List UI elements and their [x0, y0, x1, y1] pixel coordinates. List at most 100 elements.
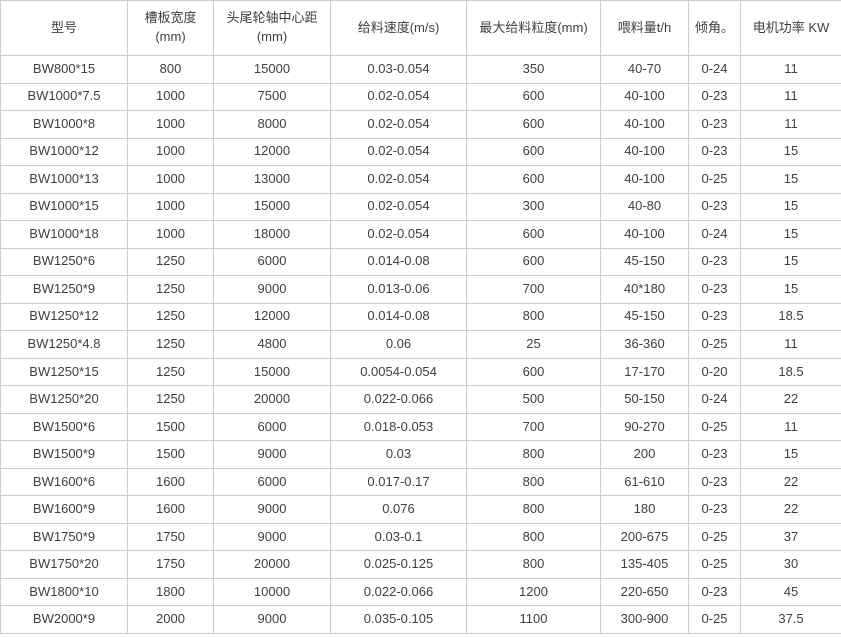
table-cell: 1000 — [128, 166, 214, 194]
table-cell: 1250 — [128, 276, 214, 304]
table-cell: 12000 — [214, 303, 331, 331]
table-cell: 40-70 — [601, 56, 689, 84]
table-cell: 20000 — [214, 551, 331, 579]
column-header-4: 给料速度(m/s) — [331, 1, 467, 56]
table-row: BW1750*9175090000.03-0.1800200-6750-2537 — [1, 523, 841, 551]
table-cell: 0-24 — [689, 221, 741, 249]
table-cell: 600 — [467, 248, 601, 276]
table-cell: 0.02-0.054 — [331, 83, 467, 111]
column-header-3: 头尾轮轴中心距(mm) — [214, 1, 331, 56]
table-cell: BW1250*20 — [1, 386, 128, 414]
table-cell: 600 — [467, 138, 601, 166]
table-cell: 1600 — [128, 496, 214, 524]
table-cell: BW1000*7.5 — [1, 83, 128, 111]
table-cell: 15 — [741, 276, 841, 304]
table-cell: BW800*15 — [1, 56, 128, 84]
table-cell: 1250 — [128, 358, 214, 386]
table-cell: 15000 — [214, 358, 331, 386]
table-cell: 40-80 — [601, 193, 689, 221]
table-row: BW800*15800150000.03-0.05435040-700-2411 — [1, 56, 841, 84]
table-cell: 0-25 — [689, 413, 741, 441]
table-cell: 1750 — [128, 551, 214, 579]
table-cell: 1600 — [128, 468, 214, 496]
table-cell: 18000 — [214, 221, 331, 249]
table-cell: 90-270 — [601, 413, 689, 441]
table-cell: 0-23 — [689, 83, 741, 111]
table-cell: 15 — [741, 221, 841, 249]
table-cell: 300 — [467, 193, 601, 221]
table-cell: BW1250*6 — [1, 248, 128, 276]
table-cell: 0.022-0.066 — [331, 386, 467, 414]
table-cell: 0-25 — [689, 166, 741, 194]
table-row: BW1000*121000120000.02-0.05460040-1000-2… — [1, 138, 841, 166]
table-cell: 0-25 — [689, 331, 741, 359]
table-cell: 220-650 — [601, 578, 689, 606]
table-cell: 40-100 — [601, 111, 689, 139]
table-cell: 10000 — [214, 578, 331, 606]
table-cell: 1000 — [128, 193, 214, 221]
table-cell: 0-20 — [689, 358, 741, 386]
table-cell: 1000 — [128, 221, 214, 249]
table-cell: 0-23 — [689, 441, 741, 469]
table-cell: 200 — [601, 441, 689, 469]
table-cell: 1000 — [128, 83, 214, 111]
column-header-8: 电机功率 KW — [741, 1, 841, 56]
table-cell: 25 — [467, 331, 601, 359]
table-body: BW800*15800150000.03-0.05435040-700-2411… — [1, 56, 841, 634]
table-cell: 61-610 — [601, 468, 689, 496]
table-cell: 11 — [741, 83, 841, 111]
table-cell: 0-25 — [689, 551, 741, 579]
table-cell: 0.06 — [331, 331, 467, 359]
table-cell: BW1500*6 — [1, 413, 128, 441]
table-cell: BW1000*8 — [1, 111, 128, 139]
table-cell: 15 — [741, 166, 841, 194]
column-header-7: 倾角。 — [689, 1, 741, 56]
table-cell: 800 — [467, 303, 601, 331]
table-cell: 9000 — [214, 496, 331, 524]
table-cell: 22 — [741, 496, 841, 524]
table-cell: 800 — [467, 441, 601, 469]
table-cell: 0.076 — [331, 496, 467, 524]
table-cell: 350 — [467, 56, 601, 84]
table-cell: 1000 — [128, 111, 214, 139]
table-cell: 0-23 — [689, 496, 741, 524]
table-cell: 45 — [741, 578, 841, 606]
table-cell: BW2000*9 — [1, 606, 128, 634]
table-cell: 9000 — [214, 606, 331, 634]
table-cell: 0-24 — [689, 386, 741, 414]
spec-table: 型号槽板宽度(mm)头尾轮轴中心距(mm)给料速度(m/s)最大给料粒度(mm)… — [0, 0, 841, 634]
spec-page: 型号槽板宽度(mm)头尾轮轴中心距(mm)给料速度(m/s)最大给料粒度(mm)… — [0, 0, 841, 638]
table-row: BW1250*151250150000.0054-0.05460017-1700… — [1, 358, 841, 386]
table-cell: 4800 — [214, 331, 331, 359]
table-cell: 15000 — [214, 56, 331, 84]
table-cell: BW1750*9 — [1, 523, 128, 551]
table-cell: 0.013-0.06 — [331, 276, 467, 304]
table-cell: 180 — [601, 496, 689, 524]
table-cell: 0.02-0.054 — [331, 221, 467, 249]
table-cell: 40*180 — [601, 276, 689, 304]
table-cell: 37.5 — [741, 606, 841, 634]
table-cell: 0-23 — [689, 303, 741, 331]
header-row: 型号槽板宽度(mm)头尾轮轴中心距(mm)给料速度(m/s)最大给料粒度(mm)… — [1, 1, 841, 56]
table-cell: 1250 — [128, 331, 214, 359]
table-row: BW1250*4.8125048000.062536-3600-2511 — [1, 331, 841, 359]
table-cell: 1000 — [128, 138, 214, 166]
table-cell: 600 — [467, 221, 601, 249]
table-cell: BW1600*6 — [1, 468, 128, 496]
table-cell: 0.03 — [331, 441, 467, 469]
table-cell: 9000 — [214, 276, 331, 304]
table-cell: 1100 — [467, 606, 601, 634]
table-cell: 11 — [741, 56, 841, 84]
table-cell: 300-900 — [601, 606, 689, 634]
table-cell: 0-23 — [689, 276, 741, 304]
table-cell: 0-23 — [689, 578, 741, 606]
table-cell: BW1600*9 — [1, 496, 128, 524]
table-cell: 0-23 — [689, 468, 741, 496]
table-cell: 45-150 — [601, 248, 689, 276]
table-cell: 0-23 — [689, 111, 741, 139]
table-cell: 20000 — [214, 386, 331, 414]
table-cell: 0.02-0.054 — [331, 193, 467, 221]
table-cell: 0-23 — [689, 193, 741, 221]
table-row: BW1500*9150090000.038002000-2315 — [1, 441, 841, 469]
table-cell: 0.017-0.17 — [331, 468, 467, 496]
